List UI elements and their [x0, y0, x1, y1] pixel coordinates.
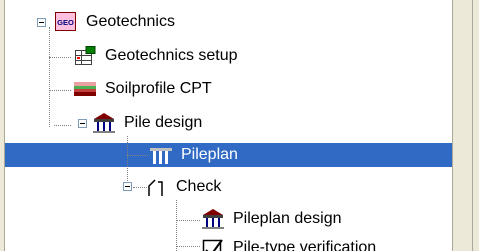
- setup-table-icon: [75, 46, 96, 65]
- tree-connector: [127, 136, 128, 187]
- tree-item-label: Geotechnics setup: [105, 47, 238, 64]
- tree-connector: [127, 155, 149, 156]
- tree-item-geotechnics-setup[interactable]: Geotechnics setup: [74, 44, 241, 68]
- tree-item-geotechnics[interactable]: GEO Geotechnics: [55, 10, 178, 34]
- tree-item-label: Pile design: [124, 114, 203, 131]
- tree-item-label: Check: [176, 178, 222, 195]
- tree-connector: [54, 125, 71, 126]
- tree-item-pileplan[interactable]: Pileplan: [150, 143, 241, 167]
- tree-connector: [176, 220, 200, 221]
- check-bracket-icon: [148, 179, 163, 196]
- tree-item-check[interactable]: Check: [145, 175, 224, 199]
- pile-design-icon: [93, 113, 115, 133]
- tree-view[interactable]: GEO Geotechnics Geotechnics setup Soilpr…: [5, 0, 452, 251]
- tree-item-pile-type-verification[interactable]: Pile-type verification: [202, 236, 379, 251]
- tree-connector: [176, 200, 177, 251]
- tree-item-label: Pileplan design: [233, 210, 342, 227]
- tree-item-label: Pileplan: [178, 144, 241, 166]
- tree-connector: [176, 246, 200, 247]
- collapse-icon[interactable]: [123, 182, 132, 191]
- pileplan-icon: [150, 148, 172, 164]
- collapse-icon[interactable]: [37, 18, 46, 27]
- tree-item-label: Geotechnics: [86, 13, 175, 30]
- tree-item-pile-design[interactable]: Pile design: [93, 111, 205, 135]
- tree-item-pileplan-design[interactable]: Pileplan design: [202, 207, 345, 231]
- tree-connector: [49, 27, 50, 127]
- tree-connector: [49, 90, 71, 91]
- svg-text:GEO: GEO: [57, 18, 74, 27]
- tree-connector: [49, 57, 71, 58]
- tree-item-label: Soilprofile CPT: [105, 80, 212, 97]
- geo-logo-icon: GEO: [55, 12, 76, 31]
- soil-layers-icon: [74, 82, 96, 96]
- tree-item-label: Pile-type verification: [233, 239, 377, 251]
- tree-item-soilprofile-cpt[interactable]: Soilprofile CPT: [74, 77, 215, 101]
- collapse-icon[interactable]: [78, 119, 87, 128]
- pile-design-icon: [202, 209, 224, 229]
- panel-right-border: [452, 0, 479, 251]
- verification-icon: [202, 239, 223, 251]
